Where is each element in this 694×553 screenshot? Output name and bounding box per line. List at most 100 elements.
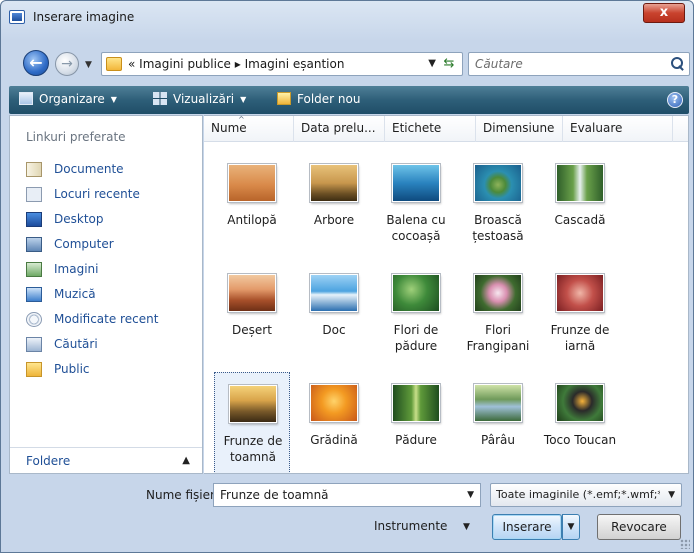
sidebar-item-pictures[interactable]: Imagini: [26, 260, 196, 280]
file-item[interactable]: Flori de pădure: [378, 262, 454, 358]
file-item[interactable]: Arbore: [296, 152, 372, 248]
column-header-size[interactable]: Dimensiune: [476, 116, 563, 142]
new-folder-button[interactable]: Folder nou: [277, 92, 360, 106]
column-header-tags[interactable]: Etichete: [385, 116, 476, 142]
new-folder-label: Folder nou: [297, 92, 361, 106]
column-label: Etichete: [392, 121, 442, 135]
file-item[interactable]: Grădină: [296, 372, 372, 468]
close-button[interactable]: x: [643, 3, 685, 23]
file-item[interactable]: Cascadă: [542, 152, 618, 248]
column-header-rating[interactable]: Evaluare: [563, 116, 673, 142]
cancel-button[interactable]: Revocare: [597, 514, 681, 540]
sidebar-item-searches[interactable]: Căutări: [26, 335, 196, 355]
column-label: Data prelu...: [301, 121, 376, 135]
organize-icon: [19, 92, 33, 105]
sidebar-item-recently-changed[interactable]: Modificate recent: [26, 310, 196, 330]
image-thumbnail: [555, 273, 605, 313]
column-label: Dimensiune: [483, 121, 555, 135]
file-name: Grădină: [310, 433, 358, 447]
help-icon[interactable]: ?: [667, 92, 683, 108]
filename-field[interactable]: Frunze de toamnă ▼: [213, 483, 481, 507]
sort-ascending-icon: ^: [238, 116, 245, 124]
folders-toggle[interactable]: Foldere ▲: [10, 447, 202, 473]
file-name: Arbore: [313, 213, 355, 227]
file-type-select[interactable]: Toate imaginile (*.emf;*.wmf;*.j ▼: [490, 483, 682, 507]
column-header-date[interactable]: Data prelu...: [294, 116, 385, 142]
views-icon: [153, 92, 167, 105]
sidebar-item-computer[interactable]: Computer: [26, 235, 196, 255]
documents-icon: [26, 162, 42, 177]
sidebar-item-label: Locuri recente: [54, 187, 140, 201]
sidebar-item-public[interactable]: Public: [26, 360, 196, 380]
chevron-down-icon[interactable]: ▼: [467, 490, 474, 500]
chevron-down-icon[interactable]: ▼: [463, 522, 470, 532]
file-item[interactable]: Pădure: [378, 372, 454, 468]
sidebar-item-documents[interactable]: Documente: [26, 160, 196, 180]
column-label: Evaluare: [570, 121, 623, 135]
column-headers: ^ Nume Data prelu... Etichete Dimensiune…: [204, 116, 688, 142]
file-item[interactable]: Frunze de toamnă: [214, 372, 290, 473]
search-icon[interactable]: [671, 57, 685, 71]
recent-pages-dropdown[interactable]: ▼: [85, 60, 92, 70]
search-placeholder: Căutare: [475, 57, 523, 71]
sidebar-item-recent-places[interactable]: Locuri recente: [26, 185, 196, 205]
image-thumbnail: [473, 273, 523, 313]
folder-icon: [106, 57, 122, 71]
insert-options-dropdown[interactable]: ▼: [562, 514, 580, 540]
address-bar[interactable]: « Imagini publice ▸ Imagini eșantion ▼ ⇆: [101, 52, 463, 76]
sidebar-item-label: Public: [54, 362, 90, 376]
organize-label: Organizare: [39, 92, 105, 106]
file-name: Balena cu cocoașă: [386, 213, 446, 243]
sidebar-item-music[interactable]: Muzică: [26, 285, 196, 305]
file-item[interactable]: Frunze de iarnă: [542, 262, 618, 358]
address-dropdown[interactable]: ▼: [428, 58, 436, 69]
refresh-icon[interactable]: ⇆: [440, 56, 458, 72]
breadcrumb[interactable]: « Imagini publice ▸ Imagini eșantion: [128, 57, 344, 71]
file-item[interactable]: Pârâu: [460, 372, 536, 468]
organize-button[interactable]: Organizare ▼: [19, 92, 117, 106]
file-item[interactable]: Balena cu cocoașă: [378, 152, 454, 248]
views-button[interactable]: Vizualizări ▼: [153, 92, 246, 106]
file-item[interactable]: Toco Toucan: [542, 372, 618, 468]
file-item[interactable]: Doc: [296, 262, 372, 358]
column-header-name[interactable]: ^ Nume: [204, 116, 294, 142]
desktop-icon: [26, 212, 42, 227]
sidebar-item-desktop[interactable]: Desktop: [26, 210, 196, 230]
image-thumbnail: [473, 163, 523, 203]
address-row: ← → ▼ « Imagini publice ▸ Imagini eșanti…: [1, 45, 693, 79]
file-name: Pădure: [395, 433, 437, 447]
searches-icon: [26, 337, 42, 352]
sidebar-item-label: Modificate recent: [54, 312, 159, 326]
back-button[interactable]: ←: [23, 50, 49, 76]
file-item[interactable]: Deșert: [214, 262, 290, 358]
file-name: Cascadă: [554, 213, 606, 227]
tools-button[interactable]: Instrumente: [374, 519, 447, 533]
file-name: Deșert: [232, 323, 272, 337]
file-name: Antilopă: [227, 213, 277, 227]
sidebar-item-label: Muzică: [54, 287, 96, 301]
resize-grip-icon[interactable]: [680, 539, 690, 549]
pictures-icon: [26, 262, 42, 277]
chevron-up-icon: ▲: [182, 455, 190, 466]
file-item[interactable]: Flori Frangipani: [460, 262, 536, 358]
recently-changed-icon: [26, 312, 42, 327]
insert-button[interactable]: Inserare: [492, 514, 562, 540]
image-thumbnail: [391, 383, 441, 423]
file-item[interactable]: Broască țestoasă: [460, 152, 536, 248]
sidebar-item-label: Computer: [54, 237, 114, 251]
file-name: Toco Toucan: [543, 433, 617, 447]
image-thumbnail: [391, 163, 441, 203]
file-item[interactable]: Antilopă: [214, 152, 290, 248]
public-folder-icon: [26, 362, 42, 377]
navigation-pane: Linkuri preferate Documente Locuri recen…: [9, 115, 203, 474]
sidebar-item-label: Desktop: [54, 212, 104, 226]
forward-button[interactable]: →: [55, 52, 79, 76]
search-input[interactable]: Căutare: [468, 52, 690, 76]
filename-label: Nume fișier:: [146, 488, 219, 502]
file-type-value: Toate imaginile (*.emf;*.wmf;*.j: [496, 488, 660, 501]
file-name: Frunze de toamnă: [223, 434, 283, 464]
sidebar-item-label: Imagini: [54, 262, 99, 276]
image-thumbnail: [227, 163, 277, 203]
insert-picture-dialog: Inserare imagine x ← → ▼ « Imagini publi…: [0, 0, 694, 553]
image-thumbnail: [473, 383, 523, 423]
